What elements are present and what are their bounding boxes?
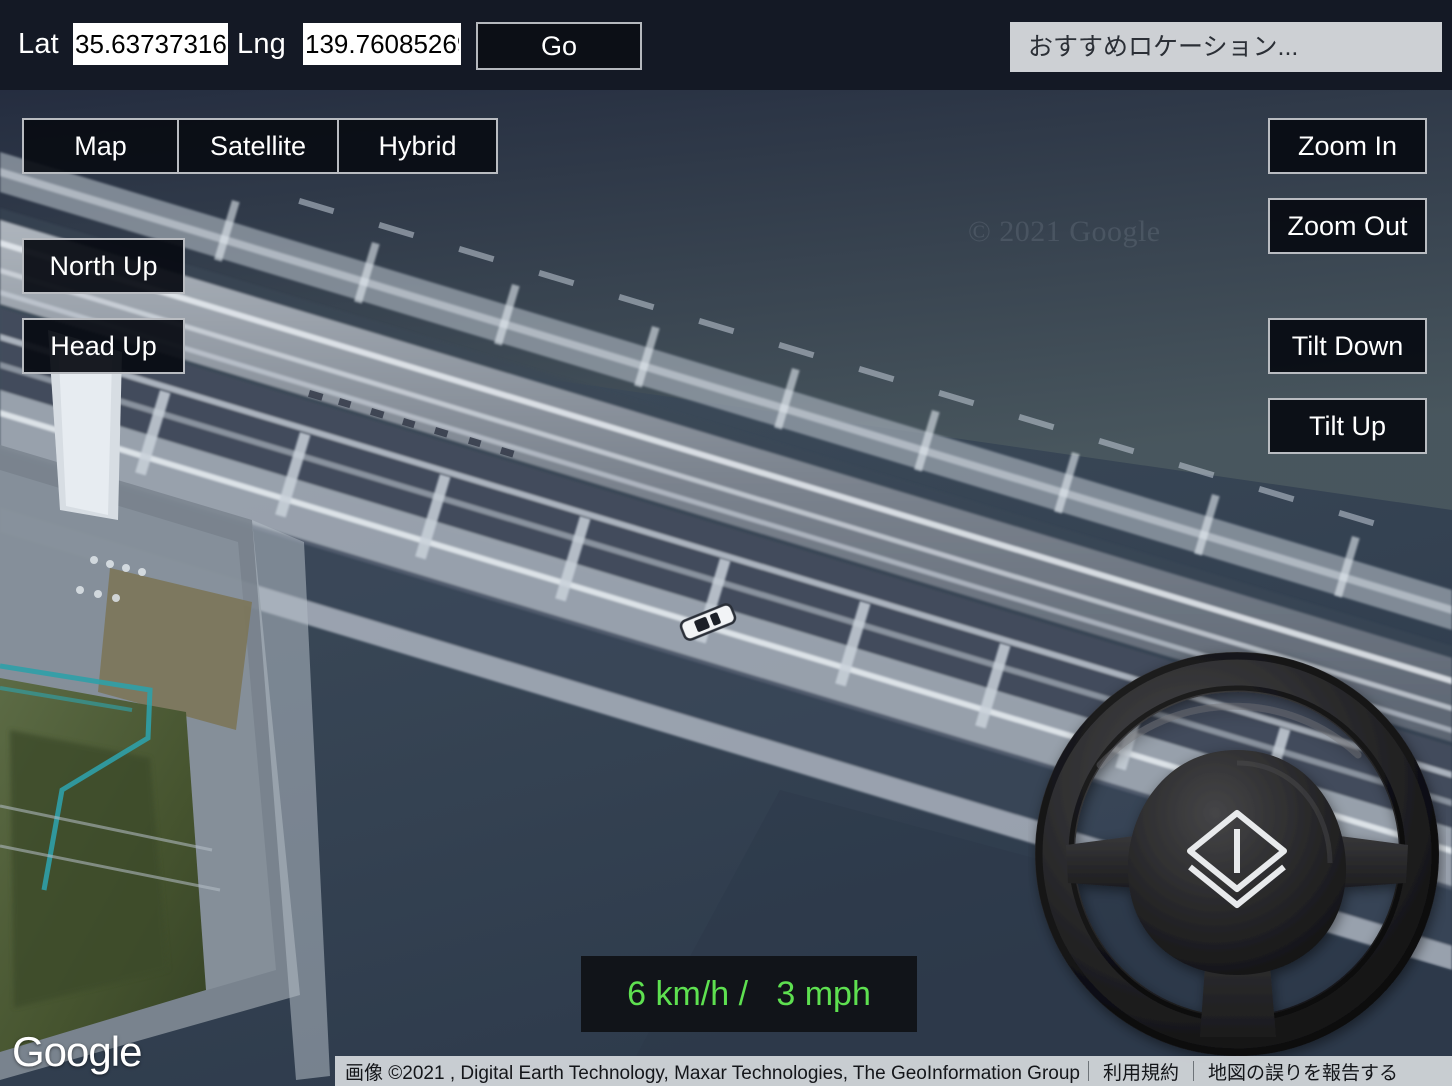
report-map-error-link[interactable]: 地図の誤りを報告する <box>1194 1058 1412 1085</box>
terms-of-use-link[interactable]: 利用規約 <box>1089 1058 1193 1085</box>
zoom-out-button[interactable]: Zoom Out <box>1268 198 1427 254</box>
map-type-map-button[interactable]: Map <box>22 118 178 174</box>
steering-wheel-icon[interactable] <box>1028 645 1446 1063</box>
longitude-input[interactable] <box>303 23 461 65</box>
recommended-location-select[interactable]: おすすめロケーション... <box>1010 22 1442 72</box>
map-type-hybrid-button[interactable]: Hybrid <box>338 118 498 174</box>
map-type-control: Map Satellite Hybrid <box>22 118 498 174</box>
map-driving-app: © 2021 Google Google Map Satellite Hybri… <box>0 0 1452 1086</box>
top-toolbar: Lat Lng Go おすすめロケーション... <box>0 0 1452 90</box>
map-viewport[interactable]: © 2021 Google Google Map Satellite Hybri… <box>0 90 1452 1086</box>
imagery-attribution-text: 画像 ©2021 , Digital Earth Technology, Max… <box>345 1062 1080 1084</box>
head-up-button[interactable]: Head Up <box>22 318 185 374</box>
lat-label: Lat <box>18 28 59 60</box>
go-button[interactable]: Go <box>476 22 642 70</box>
tilt-up-button[interactable]: Tilt Up <box>1268 398 1427 454</box>
map-attribution-bar: 画像 ©2021 , Digital Earth Technology, Max… <box>335 1056 1452 1086</box>
north-up-button[interactable]: North Up <box>22 238 185 294</box>
latitude-input[interactable] <box>73 23 228 65</box>
speed-display: 6 km/h / 3 mph <box>581 956 917 1032</box>
google-logo: Google <box>12 1028 142 1075</box>
tilt-down-button[interactable]: Tilt Down <box>1268 318 1427 374</box>
map-type-satellite-button[interactable]: Satellite <box>178 118 338 174</box>
lng-label: Lng <box>237 28 286 60</box>
zoom-in-button[interactable]: Zoom In <box>1268 118 1427 174</box>
